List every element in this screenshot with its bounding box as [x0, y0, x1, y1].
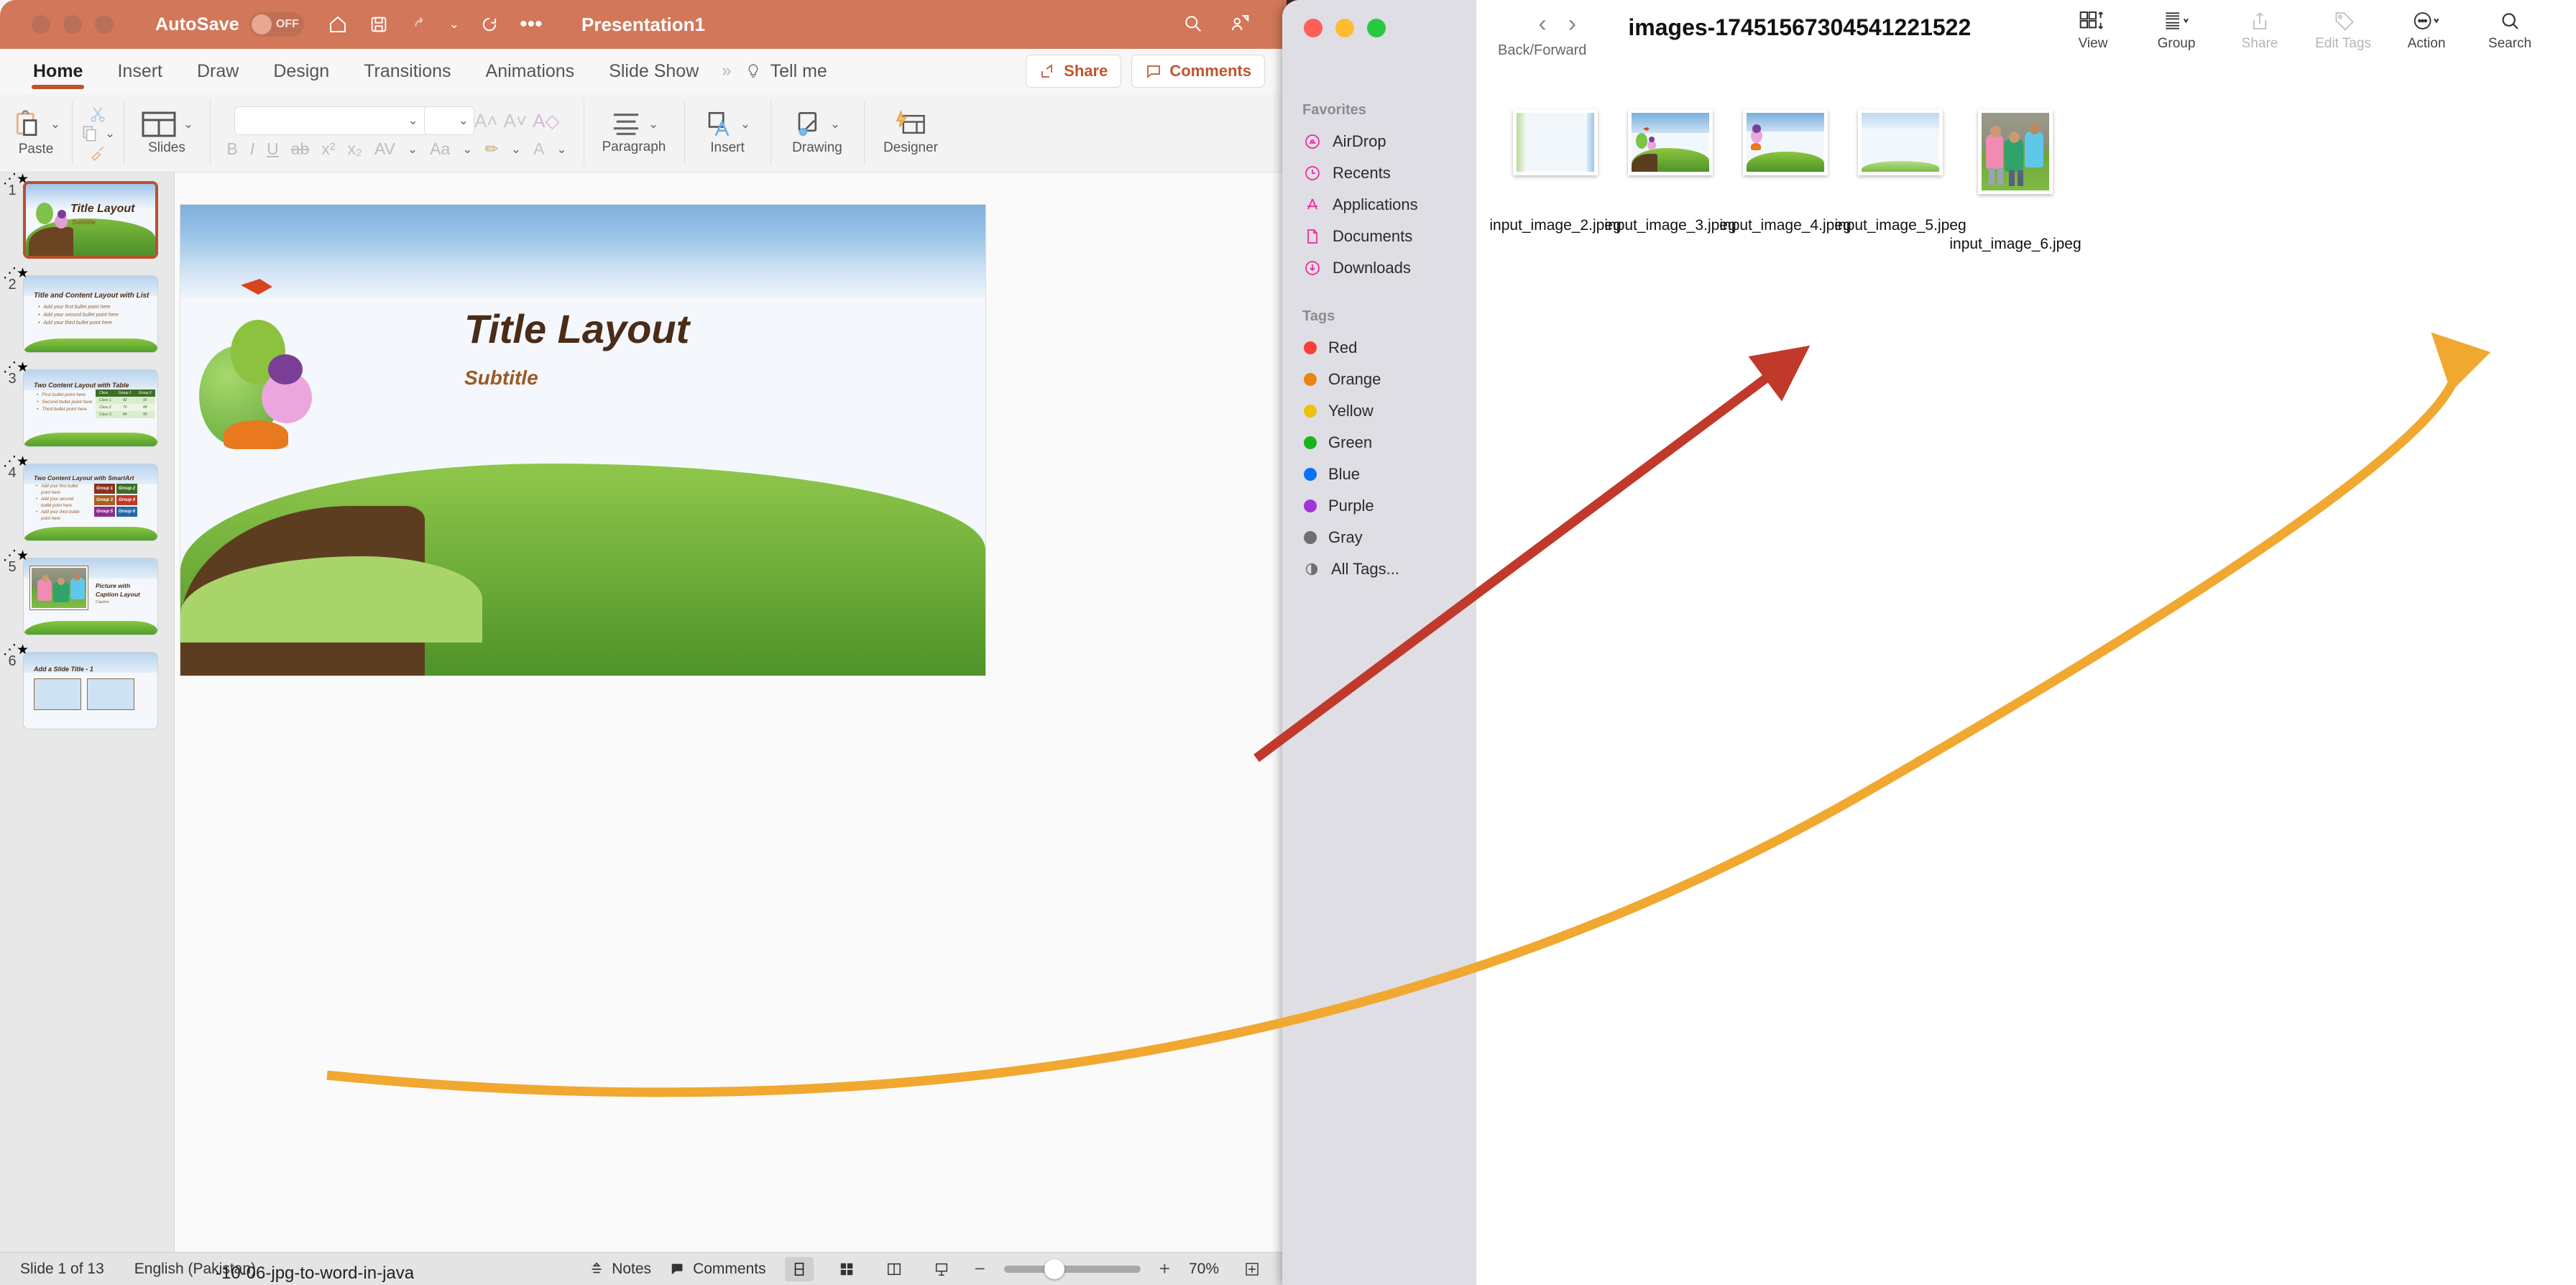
- screen: AutoSave OFF ⌄ ••• Presentation1 Home In…: [0, 0, 2576, 1285]
- orange-arrow: [326, 332, 2491, 1097]
- annotation-arrows: [326, 332, 2491, 1097]
- red-arrow: [1254, 345, 1811, 763]
